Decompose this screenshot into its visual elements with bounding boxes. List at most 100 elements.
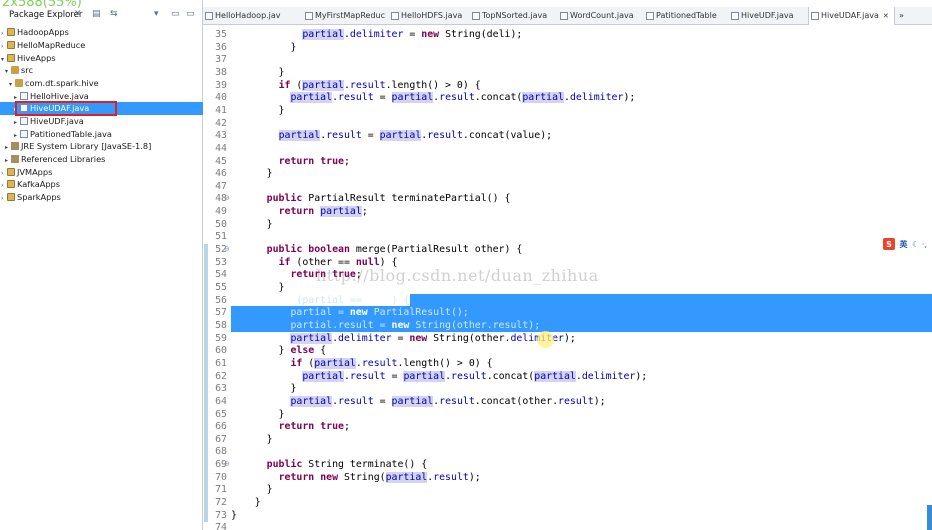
- package-icon: [15, 79, 23, 87]
- tree-item-label: HelloHive.java: [30, 91, 89, 101]
- maximize-view-icon[interactable]: ▭: [186, 9, 195, 19]
- tab-label: TopNSorted.java: [482, 11, 548, 20]
- code-line[interactable]: if (partial.result.length() > 0) {: [231, 79, 481, 91]
- code-line[interactable]: if (other == null) {: [231, 257, 398, 268]
- more-tabs-button[interactable]: »: [895, 7, 915, 25]
- java-file-icon: [731, 12, 739, 20]
- code-line[interactable]: partial.delimiter = new String(other.del…: [231, 332, 576, 344]
- code-line[interactable]: public String terminate() {: [231, 459, 428, 470]
- tree-item-kafkaapps[interactable]: › KafkaApps: [0, 178, 203, 191]
- line-number: 36: [215, 41, 227, 53]
- line-number: 62: [215, 370, 227, 382]
- line-number: 71: [215, 484, 227, 496]
- code-line[interactable]: } else {: [231, 345, 327, 356]
- fold-toggle-icon[interactable]: ⊖: [224, 194, 230, 202]
- dots-icon: ·,: [921, 240, 927, 249]
- close-view-icon[interactable]: ✕: [74, 9, 82, 19]
- link-editor-icon[interactable]: ⇆: [110, 9, 118, 19]
- tree-item-label: PatitionedTable.java: [30, 129, 112, 139]
- editor-tab[interactable]: HiveUDAF.java ✕: [808, 7, 895, 26]
- mouse-cursor-highlight: [537, 331, 554, 348]
- line-number: 72: [215, 497, 227, 509]
- code-line[interactable]: if (partial == null) {: [231, 295, 410, 306]
- tree-item-sparkapps[interactable]: › SparkApps: [0, 191, 203, 204]
- line-number: 41: [215, 104, 227, 116]
- code-line[interactable]: partial.result = partial.result.concat(p…: [231, 370, 647, 382]
- code-line[interactable]: return true;: [231, 421, 350, 432]
- code-line[interactable]: partial.result = new String(other.result…: [231, 320, 540, 331]
- code-line[interactable]: }: [231, 383, 296, 394]
- line-number: 57: [215, 307, 227, 319]
- line-number: 61: [215, 357, 227, 369]
- tree-item-src[interactable]: ▾ src: [0, 64, 203, 77]
- fold-toggle-icon[interactable]: ⊖: [224, 245, 230, 253]
- editor-tab[interactable]: TopNSorted.java: [470, 7, 558, 25]
- tree-item-hiveapps[interactable]: ▾ HiveApps: [0, 52, 203, 65]
- code-line[interactable]: }: [231, 219, 273, 230]
- code-line[interactable]: partial.result = partial.result.concat(v…: [231, 130, 552, 142]
- editor-tab[interactable]: PatitionedTable: [644, 7, 729, 25]
- line-number: 49: [215, 206, 227, 218]
- tree-item-hiveudf-java[interactable]: ▸ HiveUDF.java: [0, 115, 203, 128]
- tab-label: HelloHadoop.jav: [215, 11, 281, 20]
- package-explorer-panel: Package Explorer ✕ ▤ ⇆ ▾ ▭ ▭ › HadoopApps…: [0, 0, 203, 530]
- code-line[interactable]: if (partial.result.length() > 0) {: [231, 357, 493, 369]
- code-line[interactable]: public PartialResult terminatePartial() …: [231, 193, 511, 204]
- line-number: 42: [215, 117, 227, 129]
- tree-item-label: JVMApps: [17, 167, 53, 177]
- code-line[interactable]: partial.result = partial.result.concat(p…: [231, 92, 635, 104]
- line-number: 37: [215, 54, 227, 66]
- code-line[interactable]: return true;: [231, 156, 350, 167]
- tab-label: HelloHDFS.java: [401, 11, 463, 20]
- code-line[interactable]: return new String(partial.result);: [231, 471, 481, 483]
- editor-tab[interactable]: WordCount.java: [558, 7, 644, 25]
- code-line[interactable]: return partial;: [231, 206, 368, 218]
- tree-item-hellomapreduce[interactable]: › HelloMapReduce: [0, 39, 203, 52]
- code-line[interactable]: partial.result = partial.result.concat(o…: [231, 395, 606, 407]
- collapse-all-icon[interactable]: ▤: [92, 9, 101, 19]
- tree-item-referenced-libraries[interactable]: ▸ Referenced Libraries: [0, 153, 203, 166]
- tree-item-jvmapps[interactable]: › JVMApps: [0, 166, 203, 179]
- view-menu-icon[interactable]: ▾: [154, 9, 159, 19]
- line-number: 65: [215, 408, 227, 420]
- java-file-icon: [811, 12, 819, 20]
- tree-item-com-dt-spark-hive[interactable]: ▾ com.dt.spark.hive: [0, 77, 203, 90]
- editor-tab[interactable]: HelloHadoop.jav: [203, 7, 303, 25]
- code-editor[interactable]: 35 partial.delimiter = new String(deli);…: [203, 25, 932, 530]
- java-file-icon: [646, 12, 654, 20]
- editor-tab[interactable]: MyFirstMapReduc: [303, 7, 389, 25]
- minimize-view-icon[interactable]: ▭: [171, 9, 180, 19]
- java-icon: [20, 92, 28, 100]
- java-file-icon: [560, 12, 568, 20]
- code-line[interactable]: }: [231, 434, 273, 445]
- code-line[interactable]: }: [231, 168, 273, 179]
- code-line[interactable]: }: [231, 409, 285, 420]
- editor-tab[interactable]: HelloHDFS.java: [389, 7, 470, 25]
- code-line[interactable]: partial.delimiter = new String(deli);: [231, 29, 522, 40]
- fold-toggle-icon[interactable]: ⊖: [224, 460, 230, 468]
- code-line[interactable]: }: [231, 510, 237, 521]
- tree-item-patitionedtable-java[interactable]: ▸ PatitionedTable.java: [0, 128, 203, 141]
- tree-item-label: com.dt.spark.hive: [25, 78, 99, 88]
- package-explorer-title: Package Explorer: [9, 10, 83, 20]
- scrollbar-edge[interactable]: [927, 505, 932, 530]
- tab-label: PatitionedTable: [656, 11, 717, 20]
- ime-status-badge[interactable]: S 英 ☾ ·,: [883, 238, 932, 251]
- code-line[interactable]: }: [231, 67, 285, 78]
- tree-item-hadoopapps[interactable]: › HadoopApps: [0, 26, 203, 39]
- code-line[interactable]: }: [231, 282, 285, 293]
- code-line[interactable]: }: [231, 42, 296, 53]
- code-line[interactable]: }: [231, 497, 261, 508]
- editor-tab[interactable]: HiveUDF.java: [729, 7, 808, 25]
- line-number: 50: [215, 218, 227, 230]
- code-line[interactable]: }: [231, 484, 273, 495]
- tree-item-jre-system-library-javase-1-8[interactable]: ▸ JRE System Library [JavaSE-1.8]: [0, 140, 203, 153]
- package-explorer-header: Package Explorer ✕ ▤ ⇆ ▾ ▭ ▭: [0, 8, 203, 25]
- java-file-icon: [472, 12, 480, 20]
- code-line[interactable]: public boolean merge(PartialResult other…: [231, 244, 523, 255]
- close-tab-icon[interactable]: ✕: [883, 12, 889, 20]
- code-line[interactable]: partial = new PartialResult();: [231, 307, 468, 318]
- code-line[interactable]: }: [231, 105, 285, 116]
- code-line[interactable]: return true;: [231, 269, 361, 280]
- project-icon: [7, 193, 15, 201]
